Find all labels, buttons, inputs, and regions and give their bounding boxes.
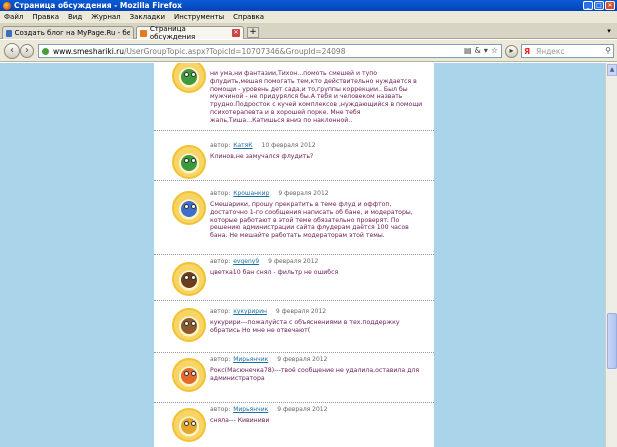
avatar xyxy=(172,358,206,392)
page-icon xyxy=(140,29,147,37)
menu-edit[interactable]: Правка xyxy=(32,13,59,21)
tab-label: Создать блог на MyPage.Ru - бесплат... xyxy=(14,29,130,37)
author-link[interactable]: кукуририн xyxy=(233,308,267,315)
tab-mypage[interactable]: Создать блог на MyPage.Ru - бесплат... xyxy=(2,26,134,39)
maximize-icon[interactable]: □ xyxy=(594,1,604,10)
menu-tools[interactable]: Инструменты xyxy=(174,13,224,21)
post-text: цветка10 бан снял - фильтр не ошибся xyxy=(210,269,339,276)
page-icon xyxy=(6,29,12,37)
post-meta: автор: КатяК 10 февраля 2012 xyxy=(210,142,316,149)
close-icon[interactable]: ✕ xyxy=(605,1,615,10)
url-domain: www.smeshariki.ru xyxy=(53,46,124,56)
author-link[interactable]: evgeny9 xyxy=(233,258,259,265)
minimize-icon[interactable]: _ xyxy=(583,1,593,10)
author-label: автор: xyxy=(210,258,231,265)
menu-bookmarks[interactable]: Закладки xyxy=(130,13,165,21)
post: автор: Крошанкир 9 февраля 2012 Смешарики,… xyxy=(154,181,434,255)
author-label: автор: xyxy=(210,142,231,149)
page-viewport: ни ума,ни фантазии,Тихон...помоть смешей… xyxy=(0,63,605,447)
new-tab-button[interactable]: + xyxy=(247,27,259,38)
navigation-bar: ‹ › www.smeshariki.ru /UserGroupTopic.as… xyxy=(0,40,617,62)
author-label: автор: xyxy=(210,308,231,315)
post-text: Рокс(Масюнечка78)---твоё сообщение не уд… xyxy=(210,367,420,382)
tab-discussion[interactable]: Страница обсуждения ✕ xyxy=(136,25,244,41)
menu-view[interactable]: Вид xyxy=(68,13,82,21)
menu-help[interactable]: Справка xyxy=(233,13,264,21)
tab-list-icon[interactable]: ▾ xyxy=(604,27,614,37)
post-meta: автор: Мирьянчик 9 февраля 2012 xyxy=(210,356,327,363)
post-text: сняла--- Кивиниви xyxy=(210,417,270,424)
post-text: ни ума,ни фантазии,Тихон...помоть смешей… xyxy=(210,70,423,124)
window-controls: _ □ ✕ xyxy=(583,1,615,10)
post-meta: автор: кукуририн 9 февраля 2012 xyxy=(210,308,326,315)
star-icon[interactable]: ☆ xyxy=(491,46,498,55)
post-date: 9 февраля 2012 xyxy=(275,308,327,315)
post-date: 9 февраля 2012 xyxy=(278,190,329,197)
url-bar[interactable]: www.smeshariki.ru /UserGroupTopic.aspx?T… xyxy=(38,44,502,58)
menu-history[interactable]: Журнал xyxy=(91,13,120,21)
dropdown-icon[interactable]: ▾ xyxy=(484,46,488,55)
go-icon[interactable]: ▸ xyxy=(505,45,518,58)
avatar xyxy=(172,308,206,342)
author-label: автор: xyxy=(210,190,231,197)
search-placeholder: Яндекс xyxy=(536,46,565,56)
post-meta: автор: evgeny9 9 февраля 2012 xyxy=(210,258,318,265)
post-date: 10 февраля 2012 xyxy=(261,142,316,149)
avatar xyxy=(172,63,206,93)
post: автор: кукуририн 9 февраля 2012 кукурири--… xyxy=(154,301,434,353)
avatar xyxy=(172,262,206,296)
feed-icon[interactable]: ▤ xyxy=(464,46,472,55)
window-titlebar: Страница обсуждения - Mozilla Firefox _ … xyxy=(0,0,617,11)
avatar xyxy=(172,145,206,179)
author-link[interactable]: Крошанкир xyxy=(233,190,269,197)
post: автор: Мирьянчик 9 февраля 2012 сняла--- К… xyxy=(154,403,434,447)
avatar xyxy=(172,191,206,225)
firefox-icon xyxy=(3,1,11,10)
post-text: Клинов,не замучался флудить? xyxy=(210,153,314,160)
menu-bar: Файл Правка Вид Журнал Закладки Инструме… xyxy=(0,11,617,24)
author-label: автор: xyxy=(210,406,231,413)
post: ни ума,ни фантазии,Тихон...помоть смешей… xyxy=(154,63,434,131)
post-date: 9 февраля 2012 xyxy=(277,356,328,363)
author-label: автор: xyxy=(210,356,231,363)
tab-bar: Создать блог на MyPage.Ru - бесплат... С… xyxy=(0,24,617,41)
post-meta: автор: Крошанкир 9 февраля 2012 xyxy=(210,190,329,197)
post: автор: КатяК 10 февраля 2012 Клинов,не зам… xyxy=(154,131,434,181)
vertical-scrollbar[interactable]: ▲ xyxy=(605,63,617,447)
avatar xyxy=(172,408,206,442)
search-input[interactable]: Я Яндекс ⚲ xyxy=(521,44,614,58)
post-meta: автор: Мирьянчик 9 февраля 2012 xyxy=(210,406,327,413)
post-text: Смешарики, прошу прекратить в теме флуд … xyxy=(210,201,413,240)
ampersand-icon[interactable]: & xyxy=(475,46,481,55)
url-actions: ▤ & ▾ ☆ xyxy=(464,46,498,55)
post: автор: evgeny9 9 февраля 2012 цветка10 бан… xyxy=(154,255,434,301)
post-date: 9 февраля 2012 xyxy=(268,258,319,265)
tab-label: Страница обсуждения xyxy=(149,25,196,41)
scroll-up-icon[interactable]: ▲ xyxy=(607,64,617,76)
scroll-thumb[interactable] xyxy=(607,313,617,369)
author-link[interactable]: КатяК xyxy=(233,142,252,149)
menu-file[interactable]: Файл xyxy=(4,13,23,21)
search-icon[interactable]: ⚲ xyxy=(605,46,611,55)
window-title: Страница обсуждения - Mozilla Firefox xyxy=(14,1,182,10)
close-icon[interactable]: ✕ xyxy=(232,29,240,37)
post-text: кукурири---пожалуйста с объяснениями в т… xyxy=(210,319,400,334)
yandex-icon: Я xyxy=(524,47,531,56)
site-icon xyxy=(42,48,49,55)
author-link[interactable]: Мирьянчик xyxy=(233,356,268,363)
url-path: /UserGroupTopic.aspx?TopicId=10707346&Gr… xyxy=(124,46,346,56)
discussion-page: ни ума,ни фантазии,Тихон...помоть смешей… xyxy=(154,63,434,447)
post: автор: Мирьянчик 9 февраля 2012 Рокс(Масюн… xyxy=(154,353,434,403)
forward-arrow-icon[interactable]: › xyxy=(20,44,34,58)
author-link[interactable]: Мирьянчик xyxy=(233,406,268,413)
post-date: 9 февраля 2012 xyxy=(277,406,328,413)
back-arrow-icon[interactable]: ‹ xyxy=(4,43,20,59)
